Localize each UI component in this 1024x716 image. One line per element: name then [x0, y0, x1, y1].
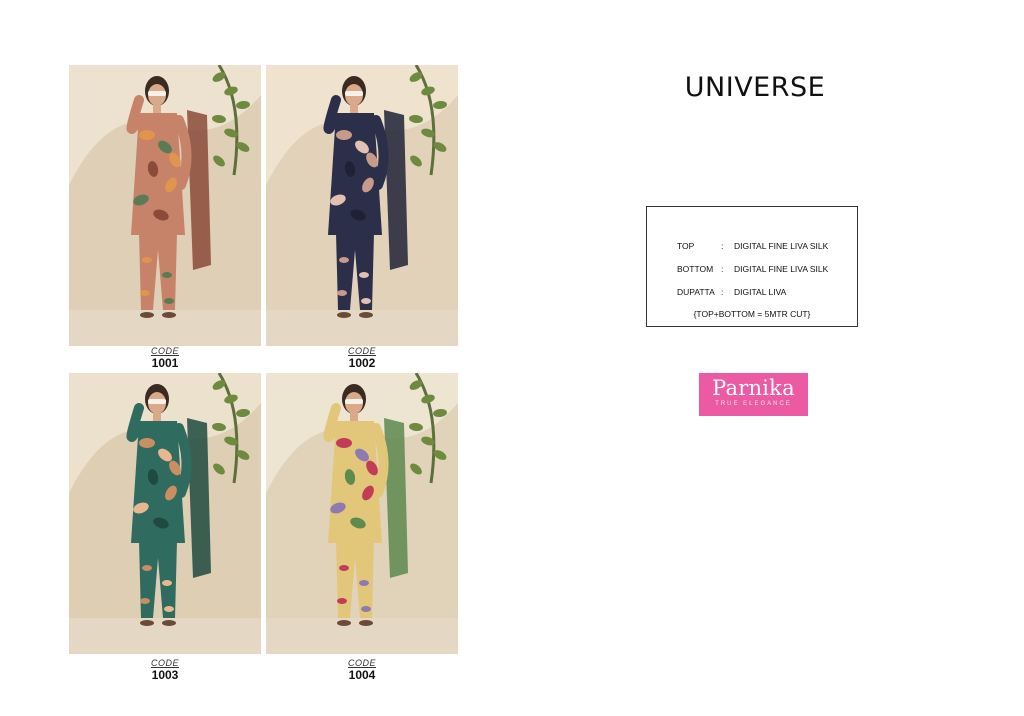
fabric-separator: :: [721, 241, 724, 251]
foot-left: [140, 620, 154, 626]
foot-right: [162, 312, 176, 318]
print-motif: [164, 606, 174, 612]
product-photo-1001: [69, 65, 261, 346]
print-motif: [162, 580, 172, 586]
print-motif: [337, 598, 347, 604]
code-number: 1001: [151, 356, 179, 370]
fabric-row-dupatta: DUPATTA: DIGITAL LIVA: [677, 287, 786, 297]
model-image: [266, 373, 458, 654]
sunglasses: [345, 399, 363, 404]
code-caption: CODE: [150, 658, 179, 668]
neck: [350, 413, 358, 421]
code-number: 1004: [348, 668, 376, 682]
print-motif: [142, 257, 152, 263]
foot-left: [337, 312, 351, 318]
fabric-key: BOTTOM: [677, 264, 714, 274]
product-code-label: CODE 1003: [69, 658, 261, 682]
print-motif: [339, 257, 349, 263]
print-motif: [359, 580, 369, 586]
print-motif: [140, 598, 150, 604]
model-image: [266, 65, 458, 346]
product-code-label: CODE 1002: [266, 346, 458, 370]
arm-left: [126, 403, 144, 442]
foot-right: [162, 620, 176, 626]
neck: [153, 105, 161, 113]
model-image: [69, 373, 261, 654]
fabric-cut-note: {TOP+BOTTOM = 5MTR CUT}: [693, 309, 811, 319]
code-caption: CODE: [347, 658, 376, 668]
print-motif: [164, 298, 174, 304]
print-motif: [359, 272, 369, 278]
neck: [350, 105, 358, 113]
fabric-value: DIGITAL FINE LIVA SILK: [734, 241, 829, 251]
print-motif: [336, 130, 352, 140]
code-number: 1003: [151, 668, 179, 682]
catalogue-title: UNIVERSE: [684, 72, 826, 103]
foot-right: [359, 312, 373, 318]
sunglasses: [148, 399, 166, 404]
product-photo-1003: [69, 373, 261, 654]
print-motif: [139, 130, 155, 140]
product-photo-1004: [266, 373, 458, 654]
fabric-details-box: TOP: DIGITAL FINE LIVA SILK BOTTOM: DIGITA…: [646, 206, 858, 327]
product-code-label: CODE 1001: [69, 346, 261, 370]
print-motif: [361, 298, 371, 304]
foot-left: [140, 312, 154, 318]
code-number: 1002: [348, 356, 376, 370]
fabric-key: DUPATTA: [677, 287, 715, 297]
arm-left: [323, 95, 341, 134]
foot-left: [337, 620, 351, 626]
logo-wordmark: Parnika: [712, 376, 795, 400]
sunglasses: [148, 91, 166, 96]
print-motif: [162, 272, 172, 278]
logo-tagline: TRUE ELEGANCE: [715, 401, 792, 407]
fabric-separator: :: [721, 264, 724, 274]
print-motif: [337, 290, 347, 296]
print-motif: [139, 438, 155, 448]
fabric-row-bottom: BOTTOM: DIGITAL FINE LIVA SILK: [677, 264, 828, 274]
code-caption: CODE: [347, 346, 376, 356]
arm-left: [126, 95, 144, 134]
fabric-row-top: TOP: DIGITAL FINE LIVA SILK: [677, 241, 828, 251]
sunglasses: [345, 91, 363, 96]
print-motif: [140, 290, 150, 296]
parnika-logo: Parnika TRUE ELEGANCE: [699, 373, 808, 416]
print-motif: [361, 606, 371, 612]
fabric-separator: :: [721, 287, 724, 297]
arm-left: [323, 403, 341, 442]
fabric-value: DIGITAL LIVA: [734, 287, 787, 297]
print-motif: [142, 565, 152, 571]
fabric-value: DIGITAL FINE LIVA SILK: [734, 264, 829, 274]
product-code-label: CODE 1004: [266, 658, 458, 682]
neck: [153, 413, 161, 421]
print-motif: [339, 565, 349, 571]
foot-right: [359, 620, 373, 626]
fabric-key: TOP: [677, 241, 695, 251]
print-motif: [336, 438, 352, 448]
model-image: [69, 65, 261, 346]
code-caption: CODE: [150, 346, 179, 356]
product-photo-1002: [266, 65, 458, 346]
